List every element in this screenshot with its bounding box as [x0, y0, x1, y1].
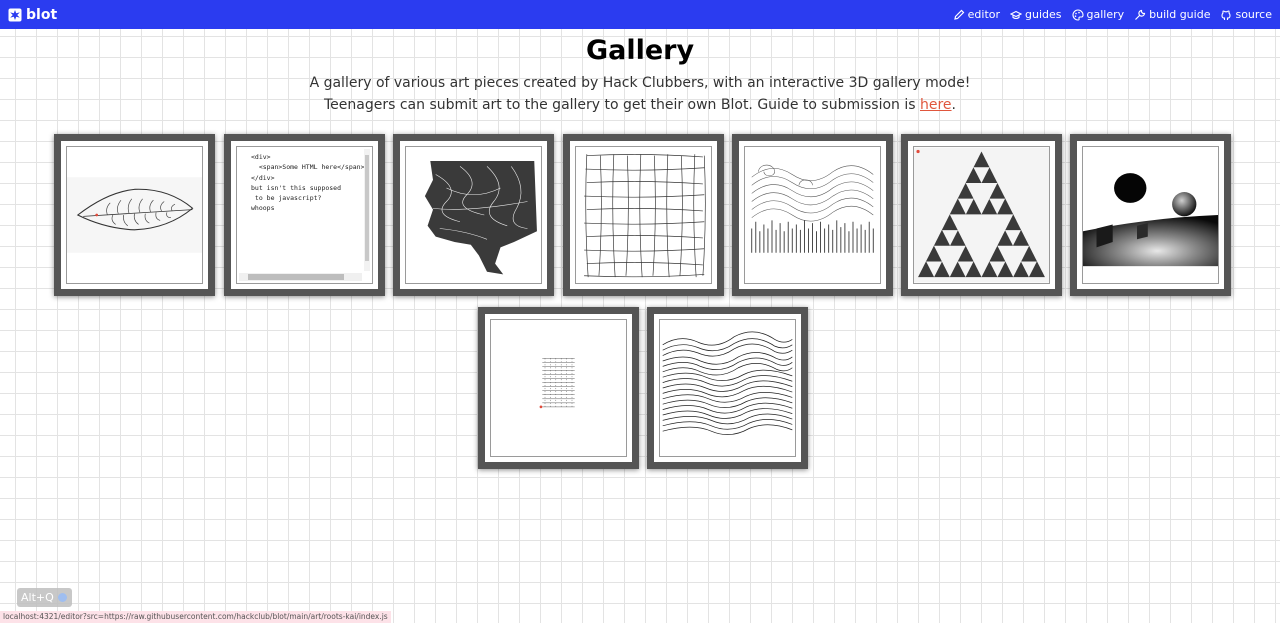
frame-mat — [654, 314, 801, 462]
art-canvas — [1082, 146, 1219, 284]
nav-build-guide-label: build guide — [1149, 8, 1211, 21]
art-canvas — [744, 146, 881, 284]
wind-field — [751, 164, 874, 253]
frame-mat — [400, 141, 547, 289]
gallery-item-tree[interactable] — [393, 134, 554, 296]
nav-guides[interactable]: guides — [1010, 8, 1062, 21]
3d-spheres-scene — [1083, 147, 1218, 283]
frame-mat — [1077, 141, 1224, 289]
subtitle-line-1: A gallery of various art pieces created … — [309, 75, 971, 91]
gallery-item-wobbly-grid[interactable] — [563, 134, 724, 296]
gallery-item-leaf[interactable] — [54, 134, 215, 296]
wave-lines — [662, 331, 793, 435]
art-canvas: <div> <span>Some HTML here</span> </div>… — [236, 146, 373, 284]
leaf-drawing — [67, 177, 202, 253]
graduation-cap-icon — [1010, 9, 1023, 21]
vertical-scrollbar[interactable] — [364, 149, 370, 271]
wrench-icon — [1134, 9, 1146, 21]
art-canvas — [405, 146, 542, 284]
art-canvas — [659, 319, 796, 457]
nav-source[interactable]: source — [1220, 8, 1272, 21]
frame-mat: <div> <span>Some HTML here</span> </div>… — [231, 141, 378, 289]
art-canvas — [66, 146, 203, 284]
gallery-item-sierpinski[interactable] — [901, 134, 1062, 296]
subtitle-line-2: Teenagers can submit art to the gallery … — [0, 94, 1280, 116]
nav-menu: editor guides gallery build guide source — [953, 8, 1272, 21]
gallery-item-wind[interactable] — [732, 134, 893, 296]
page-title: Gallery — [585, 35, 695, 66]
github-icon — [1220, 9, 1232, 21]
frame-mat — [485, 314, 632, 462]
nav-gallery[interactable]: gallery — [1072, 8, 1125, 21]
top-nav-bar: blot editor guides gallery build guide s… — [0, 0, 1280, 29]
alt-q-overlay: Alt+Q — [17, 588, 72, 607]
alt-q-label: Alt+Q — [21, 591, 54, 604]
blot-logo-icon — [8, 8, 22, 22]
gallery-item-waves[interactable] — [647, 307, 808, 469]
nav-editor[interactable]: editor — [953, 8, 1000, 21]
nav-source-label: source — [1235, 8, 1272, 21]
nav-build-guide[interactable]: build guide — [1134, 8, 1210, 21]
nav-guides-label: guides — [1025, 8, 1062, 21]
frame-mat — [908, 141, 1055, 289]
logo-text: blot — [26, 6, 58, 23]
overlay-dot-icon — [58, 593, 67, 602]
wobbly-grid — [584, 154, 706, 278]
gallery-item-glyph-grid[interactable] — [478, 307, 639, 469]
blot-logo[interactable]: blot — [8, 7, 57, 23]
tiny-glyph-grid — [539, 358, 575, 409]
sierpinski-triangles — [914, 147, 1049, 283]
page-subtitle: A gallery of various art pieces created … — [0, 72, 1280, 116]
subtitle-period: . — [951, 97, 956, 113]
frame-mat — [739, 141, 886, 289]
pencil-icon — [953, 9, 965, 21]
art-canvas — [490, 319, 627, 457]
subtitle-line-2-text: Teenagers can submit art to the gallery … — [324, 97, 920, 113]
horizontal-scrollbar[interactable] — [239, 273, 362, 281]
code-text: <div> <span>Some HTML here</span> </div>… — [251, 153, 365, 213]
submission-guide-link[interactable]: here — [920, 97, 952, 113]
frame-mat — [61, 141, 208, 289]
palette-icon — [1072, 8, 1084, 21]
nav-gallery-label: gallery — [1086, 8, 1125, 21]
nav-editor-label: editor — [967, 8, 1001, 21]
gallery-item-spheres[interactable] — [1070, 134, 1231, 296]
status-bar-url: localhost:4321/editor?src=https://raw.gi… — [0, 611, 391, 623]
gallery-item-code[interactable]: <div> <span>Some HTML here</span> </div>… — [224, 134, 385, 296]
scroll-thumb[interactable] — [248, 274, 344, 280]
art-canvas — [575, 146, 712, 284]
scroll-thumb[interactable] — [365, 155, 369, 261]
tree-drawing — [424, 161, 537, 275]
frame-mat — [570, 141, 717, 289]
art-canvas — [913, 146, 1050, 284]
